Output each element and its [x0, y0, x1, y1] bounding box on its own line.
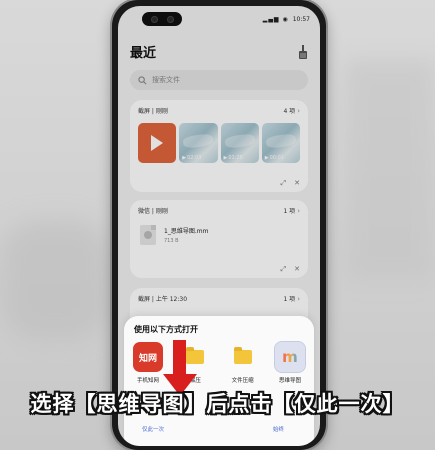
app-option-compress[interactable]: 文件压缩: [225, 342, 261, 384]
background-blur-right: [345, 60, 435, 280]
app-label: 手机知网: [136, 378, 159, 384]
app-list: 知网 手机知网 解压 文件压缩 m 思维导图: [130, 341, 308, 384]
play-small-icon: ▶: [223, 155, 228, 161]
group-source: 微信 | 刚刚: [138, 208, 168, 215]
folder-icon: [228, 342, 258, 372]
thumbnail-ppt[interactable]: [138, 123, 177, 163]
expand-icon[interactable]: ⤢: [281, 265, 287, 274]
recent-group-card[interactable]: 微信 | 刚刚 1 项 › 1_思维导图.mm 713 B ⤢ ✕: [130, 200, 308, 278]
file-size: 713 B: [164, 238, 179, 244]
close-icon[interactable]: ✕: [294, 179, 300, 188]
phone-frame: ▂▄▆ ◉ 10:57 最近 搜索文件 截屏 | 刚刚 4 项 › ▶ 02:0…: [112, 0, 326, 450]
video-duration: 00:01: [269, 155, 285, 161]
recent-group-card[interactable]: 截屏 | 刚刚 4 项 › ▶ 02:03 ▶ 01:25 ▶ 00:01 ⤢ …: [130, 100, 308, 192]
background-blur-left: [0, 220, 110, 340]
play-icon: [151, 135, 164, 151]
status-time: 10:57: [292, 15, 310, 23]
sheet-footer: 仅此一次 始终: [142, 425, 284, 433]
search-placeholder: 搜索文件: [152, 76, 180, 84]
video-duration: 01:25: [228, 155, 243, 161]
file-icon: [140, 225, 156, 245]
red-arrow-shaft: [173, 340, 186, 378]
search-input[interactable]: 搜索文件: [130, 70, 308, 90]
mindmap-app-icon: m: [273, 341, 306, 373]
play-small-icon: ▶: [182, 155, 187, 161]
chevron-right-icon: ›: [297, 106, 300, 115]
thumbnail-video[interactable]: ▶ 01:25: [220, 123, 259, 163]
open-with-sheet: 使用以下方式打开 知网 手机知网 解压 文件压缩 m 思维导图 仅此一次 始终: [124, 316, 314, 446]
instruction-caption: 选择【思维导图】后点击【仅此一次】: [30, 392, 405, 416]
just-once-button[interactable]: 仅此一次: [142, 425, 164, 433]
close-icon[interactable]: ✕: [294, 265, 300, 274]
app-label: 思维导图: [278, 378, 301, 384]
chevron-right-icon: ›: [297, 294, 300, 303]
play-small-icon: ▶: [264, 155, 269, 161]
page-title: 最近: [130, 46, 157, 61]
signal-battery-icons: ▂▄▆ ◉: [262, 15, 289, 23]
video-duration: 02:03: [187, 155, 202, 161]
group-count: 1 项: [283, 296, 296, 303]
phone-screen: ▂▄▆ ◉ 10:57 最近 搜索文件 截屏 | 刚刚 4 项 › ▶ 02:0…: [118, 6, 320, 446]
chevron-right-icon: ›: [297, 206, 300, 215]
file-item[interactable]: 1_思维导图.mm 713 B: [130, 215, 308, 245]
zhiwang-app-icon: 知网: [133, 342, 163, 372]
clean-broom-icon[interactable]: [296, 44, 310, 60]
file-name: 1_思维导图.mm: [164, 228, 209, 235]
search-icon: [138, 75, 147, 84]
group-count: 4 项: [283, 108, 296, 115]
sheet-title: 使用以下方式打开: [134, 325, 198, 334]
group-source: 截屏 | 刚刚: [138, 108, 168, 115]
thumbnail-video[interactable]: ▶ 00:01: [261, 123, 300, 163]
always-button[interactable]: 始终: [273, 425, 284, 433]
app-option-zhiwang[interactable]: 知网 手机知网: [130, 342, 166, 384]
group-count: 1 项: [283, 208, 296, 215]
status-bar: ▂▄▆ ◉ 10:57: [118, 10, 320, 28]
group-source: 截屏 | 上午 12:30: [138, 296, 188, 303]
app-label: 文件压缩: [231, 378, 254, 384]
app-option-mindmap[interactable]: m 思维导图: [272, 341, 308, 384]
header: 最近: [130, 42, 310, 61]
thumbnail-video[interactable]: ▶ 02:03: [179, 123, 218, 163]
expand-icon[interactable]: ⤢: [281, 179, 287, 188]
